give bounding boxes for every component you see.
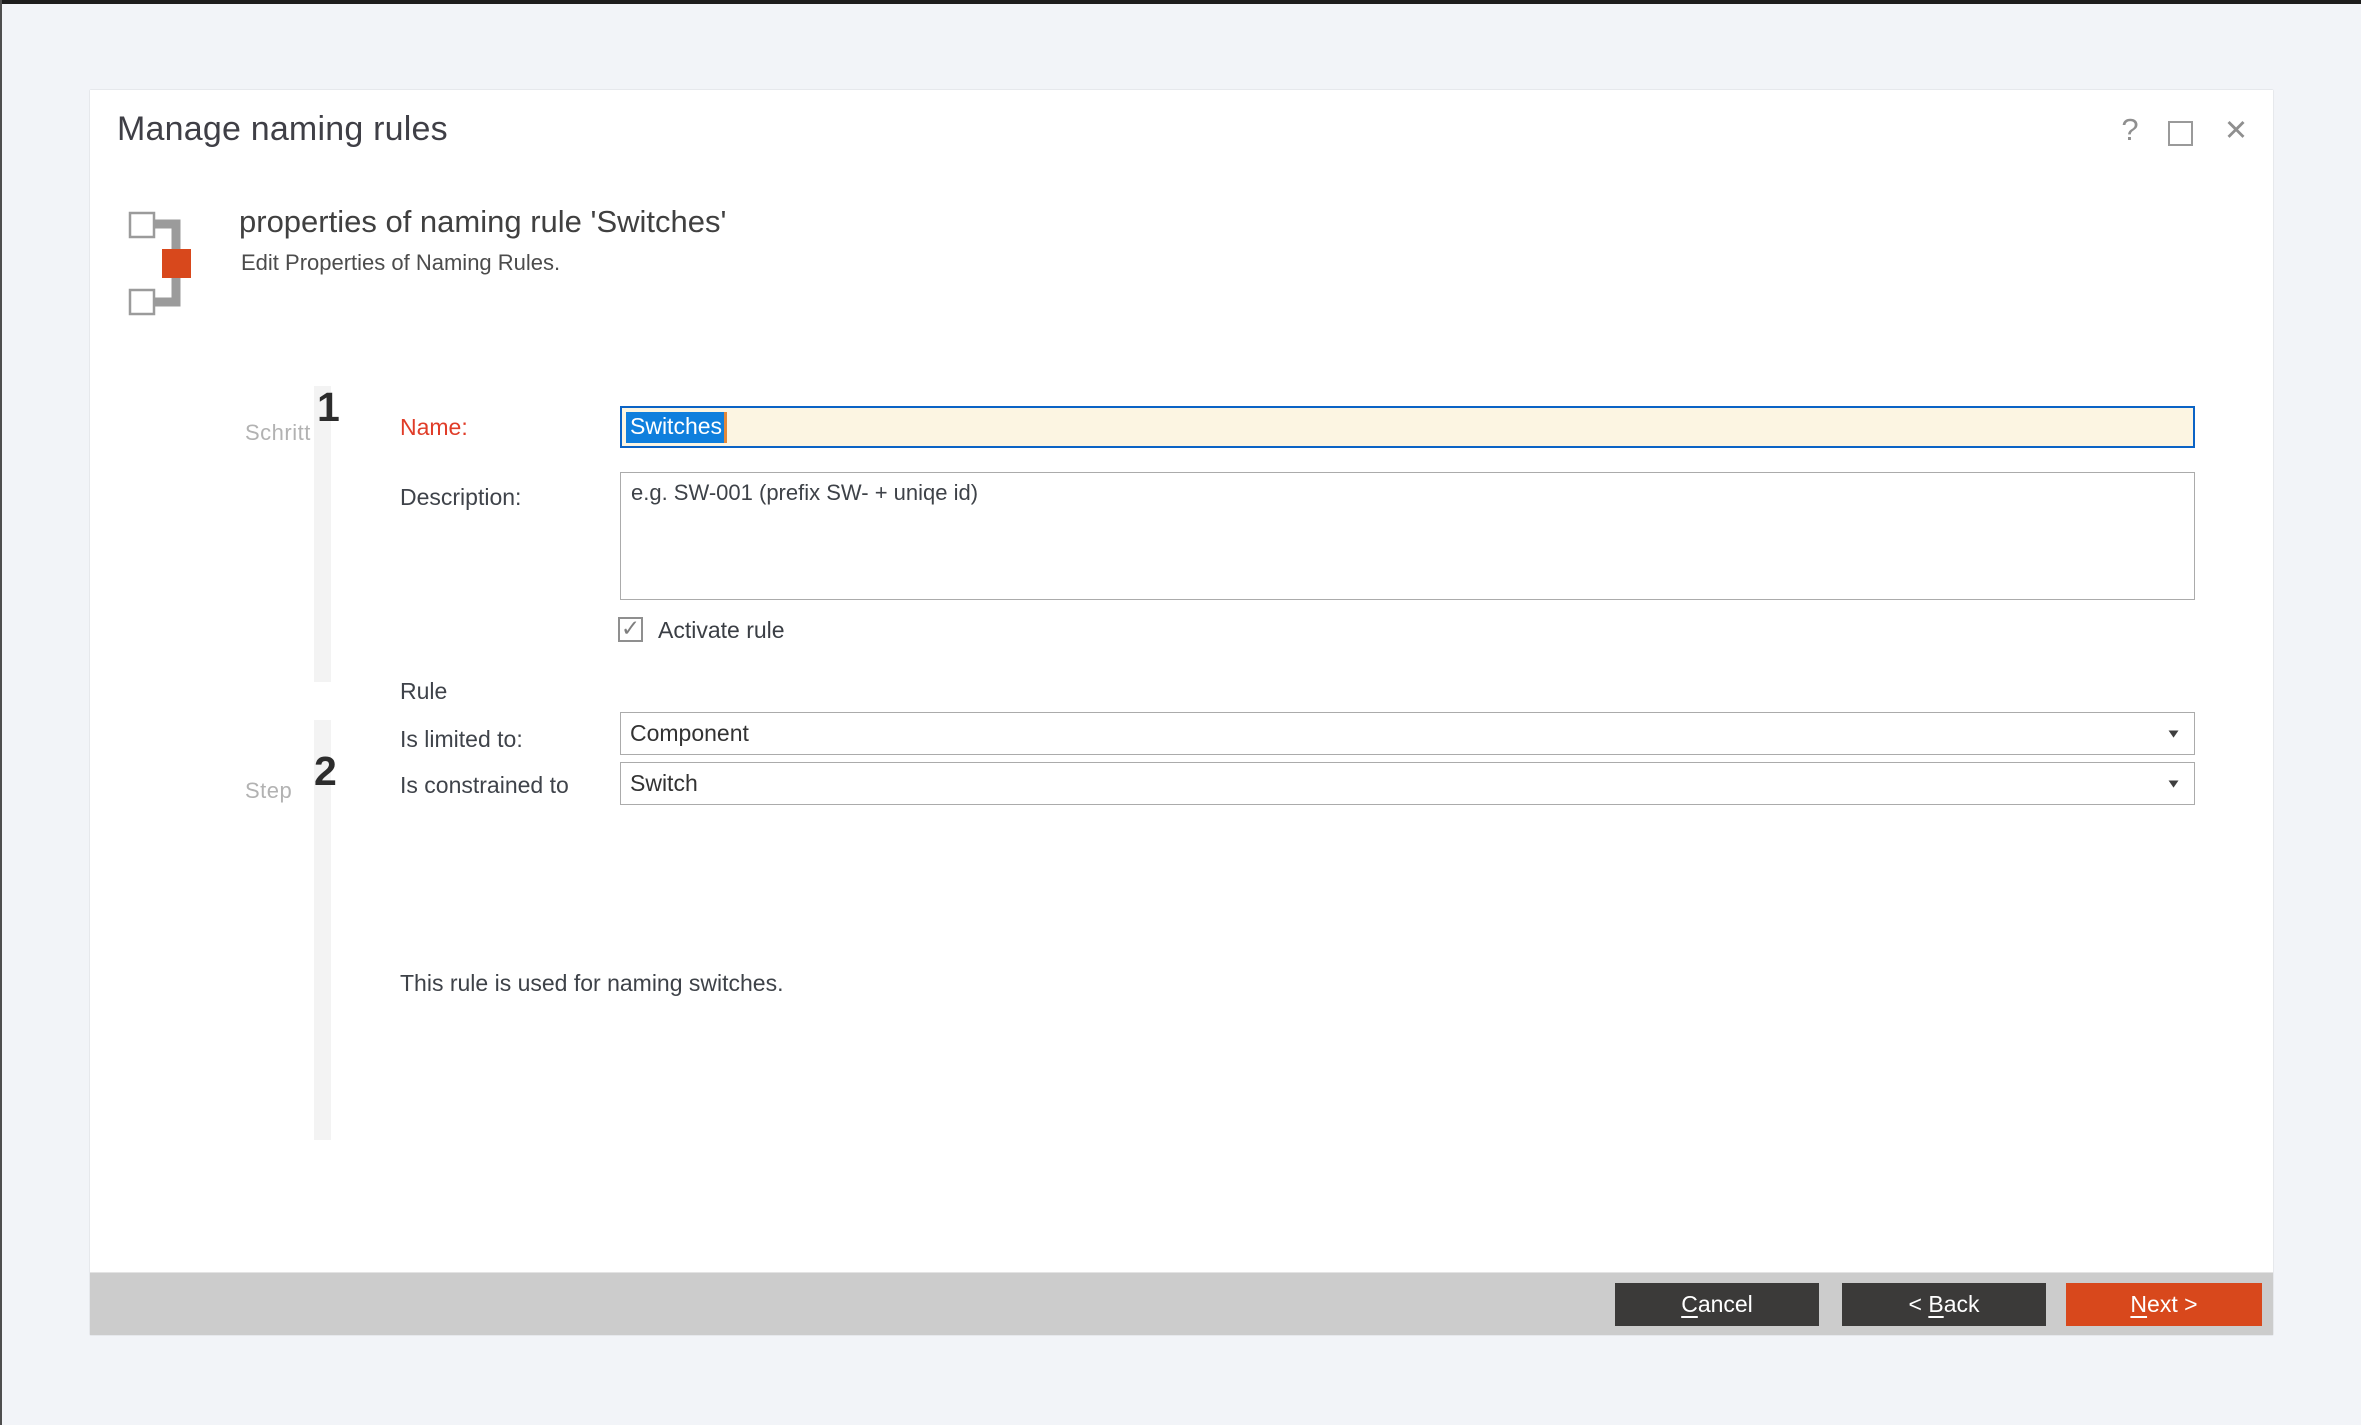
is-limited-to-dropdown[interactable]: Component ▼	[620, 712, 2195, 755]
description-textarea[interactable]: e.g. SW-001 (prefix SW- + uniqe id)	[620, 472, 2195, 600]
name-input-selected-text: Switches	[626, 412, 724, 443]
description-text: e.g. SW-001 (prefix SW- + uniqe id)	[631, 480, 978, 505]
manage-naming-rules-dialog: Manage naming rules ? ✕ properties of na…	[90, 90, 2273, 1335]
screen-top-edge	[0, 0, 2361, 4]
footer-bar: Cancel < Back Next >	[90, 1272, 2273, 1335]
is-limited-to-value: Component	[630, 720, 749, 747]
name-field-label: Name:	[400, 414, 468, 441]
text-caret	[724, 412, 727, 443]
screen-left-edge	[0, 0, 2, 1425]
chevron-down-icon: ▼	[2165, 776, 2182, 790]
is-constrained-to-value: Switch	[630, 770, 698, 797]
page-subtitle: Edit Properties of Naming Rules.	[241, 250, 560, 276]
step2-label: Step	[245, 778, 292, 804]
next-button[interactable]: Next >	[2066, 1283, 2262, 1326]
rule-section-label: Rule	[400, 678, 447, 705]
activate-rule-label: Activate rule	[658, 617, 785, 644]
step1-number: 1	[317, 384, 340, 431]
naming-rule-wizard-icon	[128, 208, 196, 318]
maximize-icon[interactable]	[2168, 121, 2193, 146]
cancel-button[interactable]: Cancel	[1615, 1283, 1819, 1326]
name-input[interactable]: Switches	[620, 406, 2195, 448]
checkmark-icon: ✓	[621, 617, 640, 640]
step1-label: Schritt	[245, 420, 311, 446]
is-constrained-to-label: Is constrained to	[400, 772, 569, 799]
description-field-label: Description:	[400, 484, 521, 511]
page-title: properties of naming rule 'Switches'	[239, 204, 726, 240]
dialog-title: Manage naming rules	[117, 110, 448, 149]
chevron-down-icon: ▼	[2165, 726, 2182, 740]
back-button[interactable]: < Back	[1842, 1283, 2046, 1326]
step2-number: 2	[314, 748, 337, 795]
activate-rule-checkbox[interactable]: ✓	[618, 617, 643, 642]
is-constrained-to-dropdown[interactable]: Switch ▼	[620, 762, 2195, 805]
desktop-background: { "window": { "title": "Manage naming ru…	[0, 0, 2361, 1425]
help-icon[interactable]: ?	[2112, 112, 2148, 148]
is-limited-to-label: Is limited to:	[400, 726, 523, 753]
rule-usage-note: This rule is used for naming switches.	[400, 970, 784, 997]
close-icon[interactable]: ✕	[2218, 113, 2254, 148]
